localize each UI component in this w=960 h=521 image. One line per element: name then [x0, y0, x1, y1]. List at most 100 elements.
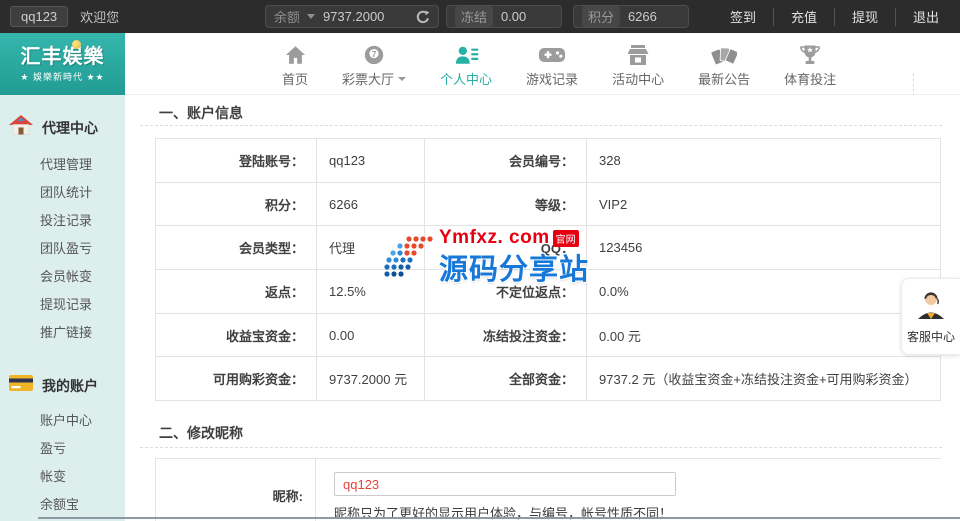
nickname-label: 昵称:	[156, 459, 315, 521]
footer-divider	[38, 517, 960, 519]
table-label: 返点：	[156, 270, 316, 313]
points-box: 积分 6266	[573, 5, 689, 28]
nav-label: 首页	[282, 69, 308, 88]
table-value: 9737.2000 元	[317, 357, 424, 400]
nav-item-personal-center[interactable]: 个人中心	[423, 40, 509, 88]
divider	[140, 125, 942, 126]
refresh-icon[interactable]	[416, 10, 430, 24]
sidebar: 代理中心 代理管理 团队统计 投注记录 团队盈亏 会员帐变 提现记录 推广链接 …	[0, 95, 125, 521]
table-label: QQ：	[425, 226, 586, 269]
trophy-icon	[799, 40, 821, 66]
nav-item-announcements[interactable]: 最新公告	[681, 40, 767, 88]
sidebar-item-team-pnl[interactable]: 团队盈亏	[0, 235, 125, 263]
table-label: 不定位返点：	[425, 270, 586, 313]
coin-icon	[72, 40, 81, 49]
table-value: 123456	[587, 226, 940, 269]
deposit-button[interactable]: 充值	[774, 7, 834, 26]
points-value: 6266	[628, 9, 657, 24]
table-value: 9737.2 元（收益宝资金+冻结投注资金+可用购彩资金）	[587, 357, 940, 400]
house-icon	[8, 113, 34, 142]
sidebar-section-title: 代理中心	[42, 118, 98, 138]
customer-service-avatar-icon	[916, 306, 946, 323]
welcome-text: 欢迎您	[80, 7, 119, 26]
nickname-input[interactable]	[334, 472, 676, 496]
nav-item-game-records[interactable]: 游戏记录	[509, 40, 595, 88]
table-label: 冻结投注资金：	[425, 314, 586, 357]
sidebar-item-account-changes[interactable]: 帐变	[0, 463, 125, 491]
sidebar-item-member-changes[interactable]: 会员帐变	[0, 263, 125, 291]
nav-label: 活动中心	[612, 69, 664, 88]
sidebar-section-my-account[interactable]: 我的账户	[0, 373, 125, 398]
nav-label: 体育投注	[784, 69, 836, 88]
sidebar-item-agent-manage[interactable]: 代理管理	[0, 151, 125, 179]
bank-card-icon	[8, 373, 34, 398]
sidebar-item-yuebao[interactable]: 余额宝	[0, 491, 125, 519]
frozen-label: 冻结	[455, 6, 493, 27]
table-value: 0.0%	[587, 270, 940, 313]
table-value: 0.00 元	[587, 314, 940, 357]
nav-label: 最新公告	[698, 69, 750, 88]
spacer	[0, 347, 125, 373]
home-icon	[284, 40, 307, 66]
caret-down-icon[interactable]	[307, 14, 315, 19]
customer-service-label: 客服中心	[902, 328, 960, 345]
logo-subtitle: ★ 娛樂新時代 ★★	[20, 70, 104, 83]
sidebar-item-team-stats[interactable]: 团队统计	[0, 179, 125, 207]
checkin-button[interactable]: 签到	[713, 7, 773, 26]
table-value: 12.5%	[317, 270, 424, 313]
gamepad-icon	[539, 40, 565, 66]
account-info-table: 登陆账号： qq123 会员编号： 328 积分： 6266 等级： VIP2 …	[155, 138, 941, 401]
main-content: 一、账户信息 登陆账号： qq123 会员编号： 328 积分： 6266 等级…	[125, 95, 960, 521]
table-label: 可用购彩资金：	[156, 357, 316, 400]
sidebar-item-bet-records[interactable]: 投注记录	[0, 207, 125, 235]
sidebar-item-account-center[interactable]: 账户中心	[0, 407, 125, 435]
user-profile-icon	[454, 40, 479, 66]
main-nav: 首页 7 彩票大厅	[265, 33, 853, 95]
sidebar-item-promo-link[interactable]: 推广链接	[0, 319, 125, 347]
site-logo[interactable]: 汇丰娱樂 ★ 娛樂新時代 ★★	[0, 33, 125, 95]
lottery-ball-icon: 7	[363, 40, 385, 66]
balance-box[interactable]: 余额 9737.2000	[265, 5, 439, 28]
frozen-box: 冻结 0.00	[446, 5, 562, 28]
caret-down-icon	[398, 77, 406, 81]
table-value: VIP2	[587, 183, 940, 226]
header: 汇丰娱樂 ★ 娛樂新時代 ★★ 首页 7 彩票大厅	[0, 33, 960, 95]
balance-value: 9737.2000	[323, 9, 384, 24]
topbar-links: 签到 充值 提现 退出	[713, 7, 956, 26]
table-value: 328	[587, 139, 940, 182]
sidebar-item-pnl[interactable]: 盈亏	[0, 435, 125, 463]
table-label: 收益宝资金：	[156, 314, 316, 357]
logo-title: 汇丰娱樂	[21, 46, 105, 68]
topbar: qq123 欢迎您 余额 9737.2000 冻结 0.00 积分 6266 签…	[0, 0, 960, 33]
table-label: 全部资金：	[425, 357, 586, 400]
table-value: 6266	[317, 183, 424, 226]
nickname-table: 昵称: 昵称只为了更好的显示用户体验，与编号，帐号性质不同！	[155, 458, 941, 521]
table-label: 会员编号：	[425, 139, 586, 182]
nickname-section-title: 二、修改昵称	[159, 423, 243, 443]
username-chip[interactable]: qq123	[10, 6, 68, 27]
frozen-value: 0.00	[501, 9, 526, 24]
account-info-title: 一、账户信息	[159, 103, 243, 123]
nav-item-lottery-hall[interactable]: 7 彩票大厅	[325, 40, 423, 88]
divider	[140, 447, 942, 448]
balance-label: 余额	[274, 7, 300, 26]
nav-item-activity-center[interactable]: 活动中心	[595, 40, 681, 88]
nav-label-with-dropdown: 彩票大厅	[342, 69, 406, 88]
table-label: 会员类型：	[156, 226, 316, 269]
nav-item-sports-betting[interactable]: 体育投注	[767, 40, 853, 88]
logout-button[interactable]: 退出	[896, 7, 956, 26]
sidebar-section-title: 我的账户	[42, 376, 98, 396]
table-label: 登陆账号：	[156, 139, 316, 182]
sidebar-section-agent-center[interactable]: 代理中心	[0, 113, 125, 142]
table-label: 积分：	[156, 183, 316, 226]
table-value: qq123	[317, 139, 424, 182]
sidebar-item-withdraw-records[interactable]: 提现记录	[0, 291, 125, 319]
table-value: 0.00	[317, 314, 424, 357]
table-label: 等级：	[425, 183, 586, 226]
customer-service-widget[interactable]: 客服中心	[901, 278, 960, 355]
points-label: 积分	[582, 6, 620, 27]
table-value: 代理	[317, 226, 424, 269]
announcement-cards-icon	[711, 40, 737, 66]
nav-item-home[interactable]: 首页	[265, 40, 325, 88]
withdraw-button[interactable]: 提现	[835, 7, 895, 26]
